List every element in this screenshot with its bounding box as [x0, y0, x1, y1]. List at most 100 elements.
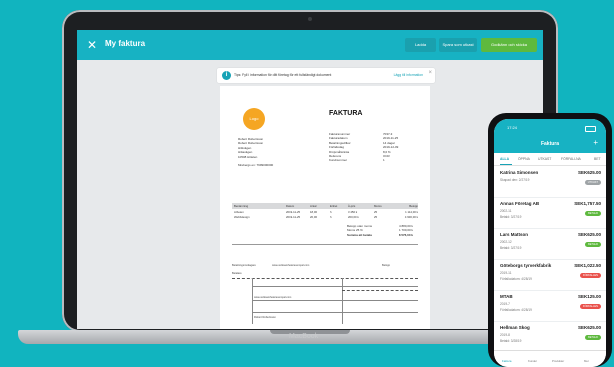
invoice-date: Betald: 3/27/19 — [500, 246, 522, 250]
webcam — [308, 17, 312, 21]
giro-label: Betalningsmottagare — [232, 264, 256, 267]
meta-label: Kundnummer — [329, 158, 348, 163]
divider — [232, 244, 418, 245]
tab-utkast[interactable]: UTKAST — [538, 157, 551, 161]
tip-text: Tips: Fyll i information för ditt företa… — [234, 73, 332, 77]
customer-name: Göteborgs tyrverkfabrik — [500, 263, 552, 268]
form-line — [342, 278, 343, 324]
table-cell: Webbdesign — [234, 214, 250, 219]
status-badge: BETALD — [585, 211, 601, 216]
table-cell: 2019-11-25 — [286, 209, 301, 214]
customer-name: Lars Mattson — [500, 232, 529, 237]
meta-row: Kundnummer 1 — [329, 158, 417, 162]
giro-recipient: www.verksamheterexempel.com — [254, 296, 292, 299]
invoice-date: Betald: 3/27/19 — [500, 215, 522, 219]
total-value: 8 576,00 k — [398, 232, 413, 237]
giro-label: www.verksamheterexempel.com — [272, 264, 310, 267]
column-header: Antal — [310, 204, 317, 208]
invoice-document: Logo FAKTURA Robert Robertsson Robert Ro… — [220, 86, 430, 329]
table-cell: h — [330, 209, 332, 214]
tab-forfallna[interactable]: FÖRFALLNA — [561, 157, 581, 161]
table-cell: 18,00 — [310, 209, 317, 214]
status-badge: FÖRFALLEN — [579, 273, 601, 278]
table-cell: 25 — [374, 209, 378, 214]
laptop-frame: ✕ My faktura Ladda Spara som utkast Godk… — [62, 10, 558, 332]
form-line — [252, 278, 253, 324]
grand-total-row: Summa att betala 8 576,00 k — [347, 233, 413, 237]
phone-header: 17:24 Faktura + — [494, 119, 606, 153]
invoice-list-item[interactable]: Katrina Simonsen SEK625.00 Skapad den: 2… — [494, 167, 606, 198]
close-tip-icon[interactable]: × — [428, 70, 432, 76]
add-icon[interactable]: + — [593, 138, 598, 147]
status-badge: UTKAST — [584, 180, 601, 185]
table-cell: 4 900,00 k — [404, 214, 418, 219]
app-header: ✕ My faktura Ladda Spara som utkast Godk… — [77, 30, 543, 60]
column-header: À-pris — [348, 204, 356, 208]
invoice-date: Förfallodatum: 4/28/19 — [500, 277, 532, 281]
cut-line — [232, 278, 418, 279]
invoice-list-item[interactable]: Lars Mattson SEK625.00 2002-12 Betald: 3… — [494, 229, 606, 260]
table-cell: 3 450 k — [348, 209, 358, 214]
column-header: Moms — [374, 204, 382, 208]
tip-banner: i Tips: Fyll i information för ditt före… — [217, 68, 435, 83]
invoice-list-item[interactable]: Göteborgs tyrverkfabrik SEK1,022.50 2019… — [494, 260, 606, 291]
nav-invoices[interactable]: Faktura — [502, 359, 511, 363]
nav-more[interactable]: Mer — [584, 359, 589, 363]
add-info-link[interactable]: Lägg till information — [394, 73, 423, 77]
nav-products[interactable]: Produkter — [552, 359, 564, 363]
close-icon[interactable]: ✕ — [87, 38, 97, 52]
reference-line: Mrebergs en: 7999000000 — [238, 163, 274, 167]
invoice-amount: SEK625.00 — [577, 325, 601, 330]
table-cell: 20,00 — [310, 214, 317, 219]
invoice-list-item[interactable]: MTAB SEK125.00 2019-7 Förfallodatum: 4/2… — [494, 291, 606, 322]
laptop-brand: MacBook — [289, 333, 319, 340]
column-header: Enhet — [330, 204, 338, 208]
giro-label: Belopp — [382, 264, 391, 267]
preview-button[interactable]: Ladda — [405, 38, 436, 52]
tab-betalda[interactable]: BET — [594, 157, 601, 161]
save-draft-button[interactable]: Spara som utkast — [439, 38, 477, 52]
invoice-list-item[interactable]: Hellman Skog SEK625.00 2019-8 Betald: 3/… — [494, 322, 606, 353]
column-header: Datum — [286, 204, 295, 208]
invoice-title: FAKTURA — [329, 110, 363, 117]
tab-alla[interactable]: ALLA — [500, 157, 509, 161]
customer-name: Hellman Skog — [500, 325, 530, 330]
invoice-amount: SEK1,757.50 — [574, 201, 601, 206]
line-items-table: Benämning Datum Antal Enhet À-pris Moms … — [232, 203, 418, 219]
customer-name: MTAB — [500, 294, 513, 299]
nav-customers[interactable]: Kunder — [528, 359, 537, 363]
table-row[interactable]: Arbeten 2019-11-25 18,00 h 3 450 k 25 1 … — [232, 209, 418, 214]
total-label: Summa att betala — [347, 232, 372, 237]
invoice-date: Betald: 3/28/19 — [500, 339, 522, 343]
meta-value: 1 — [383, 158, 385, 163]
giro-label: Betalare — [232, 272, 242, 275]
form-line — [252, 300, 418, 301]
invoice-ref: 2019-7 — [500, 302, 510, 306]
invoice-amount: SEK625.00 — [577, 232, 601, 237]
giro-payer: Robert Robertsson — [254, 316, 276, 319]
company-logo[interactable]: Logo — [243, 108, 265, 130]
table-cell: Arbeten — [234, 209, 244, 214]
invoice-ref: 2002-12 — [500, 240, 512, 244]
invoice-meta: Fakturanummer 7037-3 Fakturadatum 2019-11-… — [329, 132, 417, 163]
approve-send-button[interactable]: Godkänn och skicka — [481, 38, 537, 52]
active-tab-indicator — [500, 164, 512, 165]
table-cell: 200,00 k — [348, 214, 359, 219]
invoice-date: Skapad den: 2/27/19 — [500, 178, 530, 182]
phone-frame: 17:24 Faktura + ALLA ÖPPNA UTKAST FÖRFAL… — [488, 113, 612, 367]
tab-oppna[interactable]: ÖPPNA — [518, 157, 530, 161]
invoice-ref: 2019-8 — [500, 333, 510, 337]
phone-title: Faktura — [540, 141, 560, 147]
form-line — [252, 312, 418, 313]
invoice-date: Förfallodatum: 4/28/19 — [500, 308, 532, 312]
invoice-totals: Belopp utan moms 4 880,00 k Moms 25 % 1 70… — [347, 224, 413, 237]
sender-line: 10508 Hittelen — [238, 154, 258, 159]
battery-icon — [585, 126, 596, 132]
table-row[interactable]: Webbdesign 2019-11-25 20,00 h 200,00 k 2… — [232, 214, 418, 219]
invoice-list-item[interactable]: Annas Företag AB SEK1,757.50 2002-11 Bet… — [494, 198, 606, 229]
bottom-nav: Faktura Kunder Produkter Mer — [494, 350, 606, 367]
status-badge: FÖRFALLEN — [579, 304, 601, 309]
page-title: My faktura — [105, 39, 146, 48]
info-icon: i — [222, 71, 231, 80]
invoice-amount: SEK125.00 — [577, 294, 601, 299]
